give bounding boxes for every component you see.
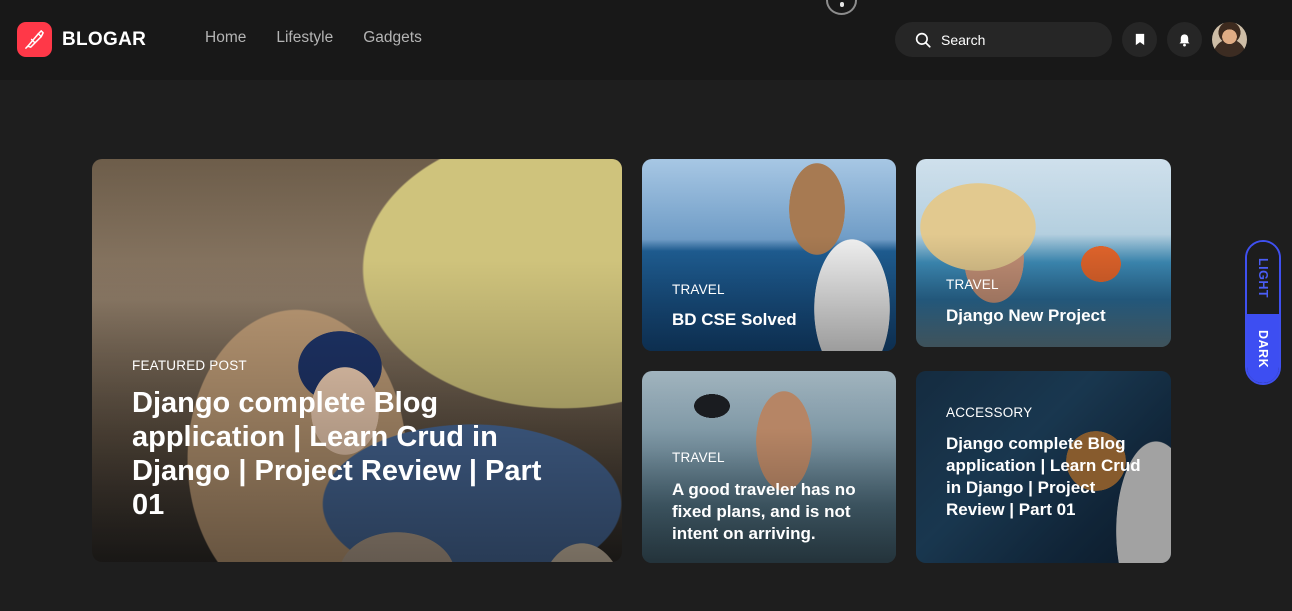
search-input[interactable] (941, 31, 1091, 48)
post-title[interactable]: Django New Project (946, 306, 1106, 326)
bookmark-icon (1135, 33, 1144, 46)
post-category: TRAVEL (672, 282, 725, 297)
post-category: ACCESSORY (946, 405, 1033, 420)
site-logo-text: BLOGAR (62, 28, 147, 50)
main-nav: Home Lifestyle Gadgets (205, 29, 422, 47)
post-title[interactable]: Django complete Blog application | Learn… (946, 433, 1156, 521)
post-category: TRAVEL (946, 277, 999, 292)
light-mode-label: LIGHT (1256, 258, 1270, 298)
nav-item-gadgets[interactable]: Gadgets (363, 29, 422, 47)
post-category: TRAVEL (672, 450, 725, 465)
theme-toggle: LIGHT DARK (1245, 240, 1281, 385)
post-card[interactable]: TRAVEL A good traveler has no fixed plan… (642, 371, 896, 563)
notification-button[interactable] (1167, 22, 1202, 57)
light-mode-button[interactable]: LIGHT (1247, 242, 1279, 314)
nav-item-home[interactable]: Home (205, 29, 246, 47)
post-card[interactable]: TRAVEL BD CSE Solved (642, 159, 896, 351)
post-card[interactable]: TRAVEL Django New Project (916, 159, 1171, 347)
featured-post-card[interactable]: FEATURED POST Django complete Blog appli… (92, 159, 622, 562)
post-category: FEATURED POST (132, 358, 247, 373)
post-title[interactable]: A good traveler has no fixed plans, and … (672, 479, 882, 545)
search-box[interactable] (895, 22, 1112, 57)
bookmark-button[interactable] (1122, 22, 1157, 57)
scroll-indicator (826, 0, 857, 15)
search-icon (915, 32, 931, 48)
dark-mode-label: DARK (1256, 330, 1270, 369)
post-title[interactable]: BD CSE Solved (672, 310, 797, 330)
dark-mode-button[interactable]: DARK (1247, 314, 1279, 383)
site-header: BLOGAR Home Lifestyle Gadgets (0, 0, 1292, 80)
pen-logo-icon (17, 22, 52, 57)
bell-icon (1179, 33, 1190, 46)
site-logo[interactable]: BLOGAR (17, 22, 146, 57)
post-card[interactable]: ACCESSORY Django complete Blog applicati… (916, 371, 1171, 563)
user-avatar[interactable] (1212, 22, 1247, 57)
post-title[interactable]: Django complete Blog application | Learn… (132, 386, 572, 522)
nav-item-lifestyle[interactable]: Lifestyle (276, 29, 333, 47)
